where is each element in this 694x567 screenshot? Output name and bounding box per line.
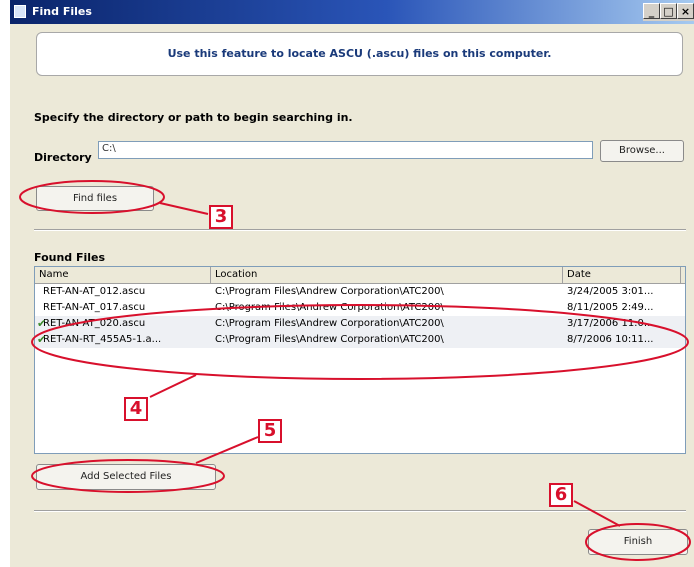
highlight-add-button [31, 459, 225, 493]
leader-line-4 [149, 374, 197, 398]
leader-line-6 [573, 500, 621, 527]
highlight-finish [585, 523, 691, 561]
leader-line-5 [195, 436, 259, 464]
highlight-selected-rows [31, 304, 689, 380]
callout-4: 4 [124, 397, 148, 421]
callout-6: 6 [549, 483, 573, 507]
annotation-overlay [19, 180, 691, 561]
callout-5: 5 [258, 419, 282, 443]
highlight-find-files [19, 180, 165, 214]
leader-line-3 [159, 202, 209, 215]
callout-3: 3 [209, 205, 233, 229]
